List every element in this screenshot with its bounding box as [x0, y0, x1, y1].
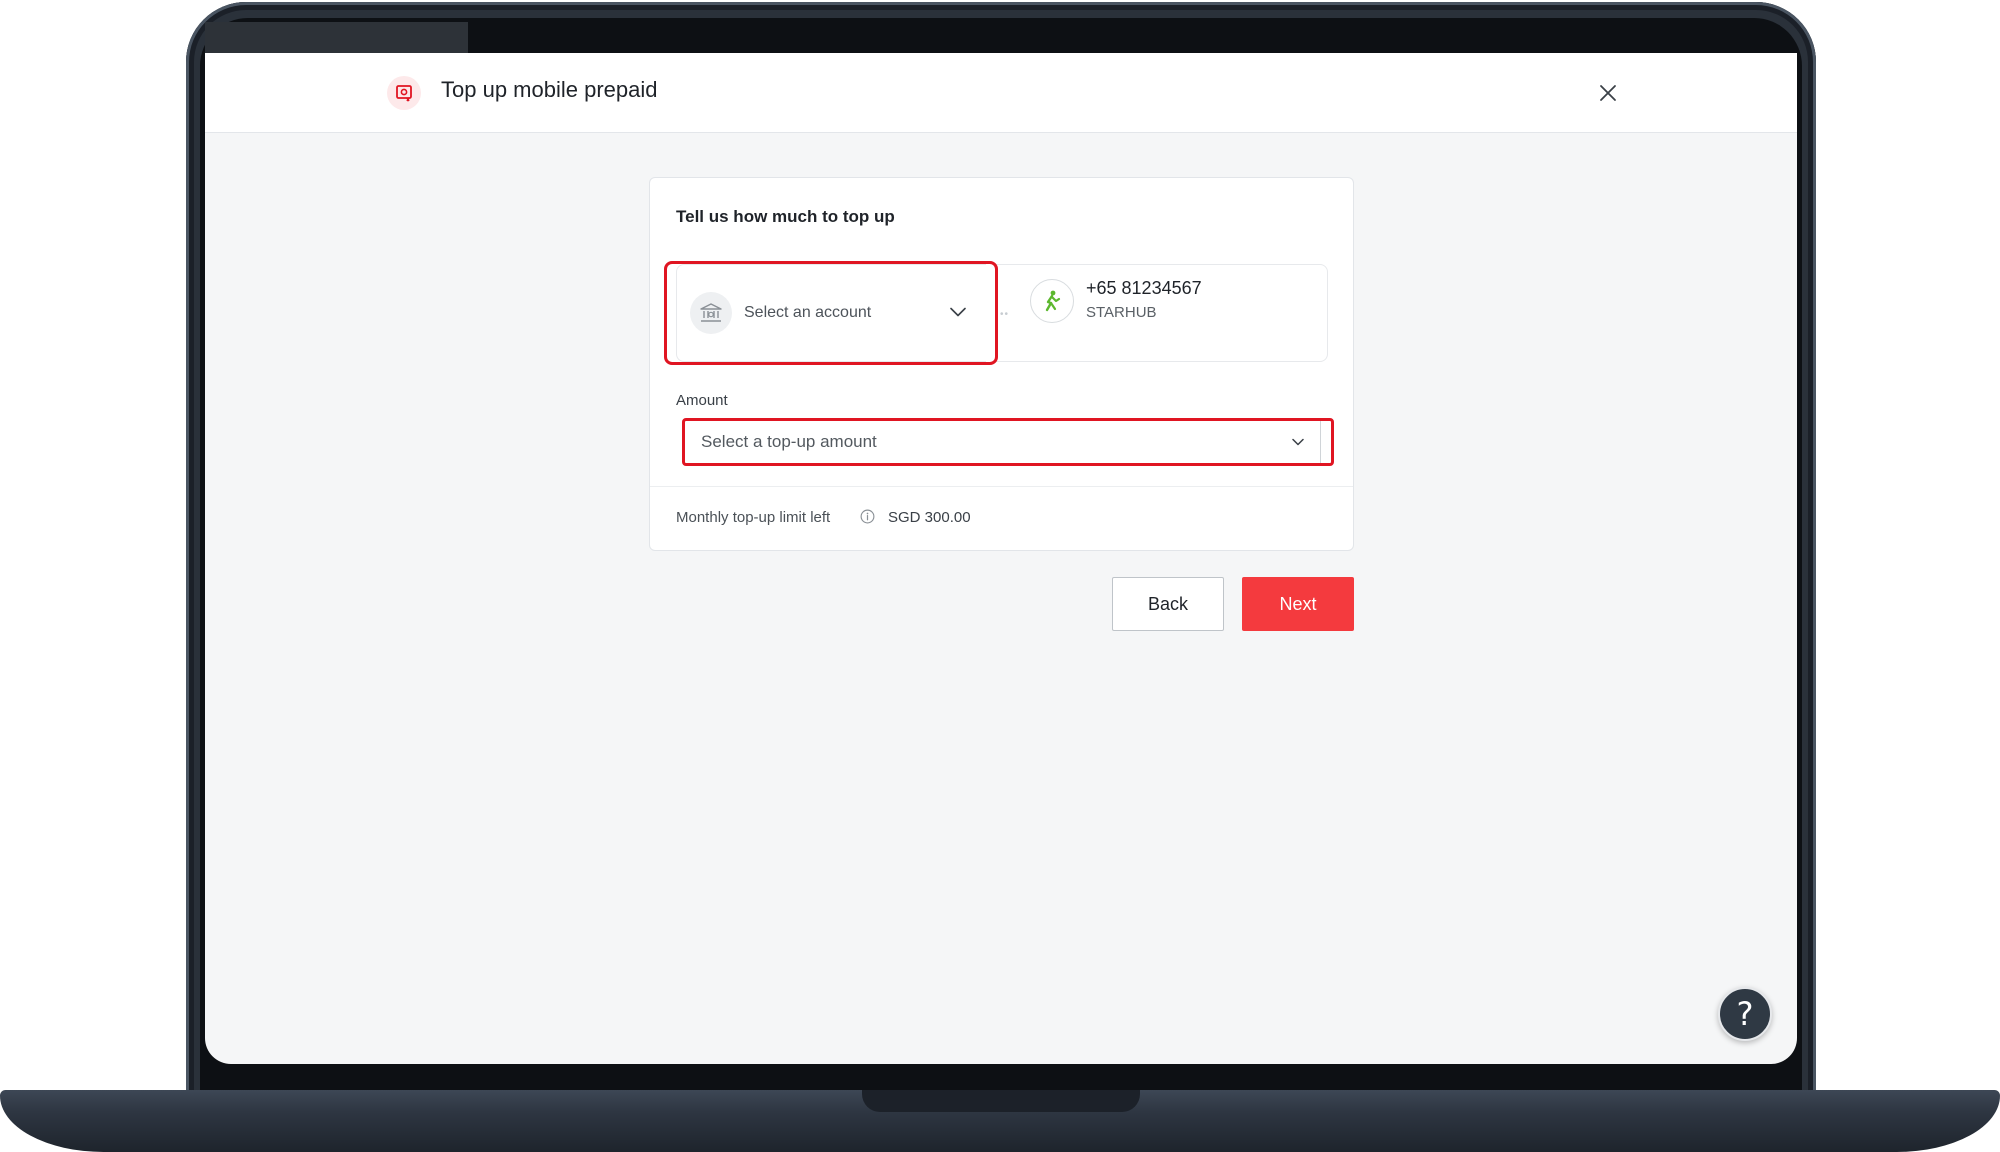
close-button[interactable]	[1591, 76, 1625, 110]
bank-icon	[690, 292, 732, 334]
limit-label: Monthly top-up limit left	[676, 509, 831, 526]
top-up-icon	[387, 76, 421, 110]
laptop-base-notch	[862, 1090, 1140, 1112]
amount-placeholder: Select a top-up amount	[701, 432, 877, 451]
limit-value: SGD 300.00	[888, 509, 971, 526]
transfer-arrow-icon: ••	[1000, 309, 1010, 320]
page-title: Top up mobile prepaid	[441, 77, 658, 102]
recipient-phone-number: +65 81234567	[1086, 278, 1202, 298]
background-app-strip	[205, 22, 468, 53]
amount-select[interactable]: Select a top-up amount	[682, 418, 1334, 466]
card-title: Tell us how much to top up	[676, 207, 895, 226]
chevron-down-icon	[948, 302, 968, 322]
next-button[interactable]: Next	[1242, 577, 1354, 631]
close-icon	[1600, 85, 1616, 101]
card-divider	[650, 486, 1353, 487]
recipient-operator: STARHUB	[1086, 304, 1157, 321]
back-button[interactable]: Back	[1112, 577, 1224, 631]
help-button[interactable]: ?	[1718, 987, 1772, 1041]
chevron-down-icon	[1289, 433, 1307, 451]
top-up-card: Tell us how much to top up Select an acc…	[649, 177, 1354, 551]
modal-header: Top up mobile prepaid	[205, 53, 1797, 133]
account-select-label: Select an account	[744, 304, 872, 321]
info-icon[interactable]	[859, 508, 875, 524]
account-select[interactable]: Select an account	[676, 264, 986, 362]
help-icon: ?	[1736, 995, 1754, 1033]
starhub-logo	[1030, 279, 1074, 323]
amount-select-field: Select a top-up amount	[685, 421, 1321, 463]
screen: Top up mobile prepaid Tell us how much t…	[205, 53, 1797, 1064]
amount-label: Amount	[676, 392, 728, 409]
